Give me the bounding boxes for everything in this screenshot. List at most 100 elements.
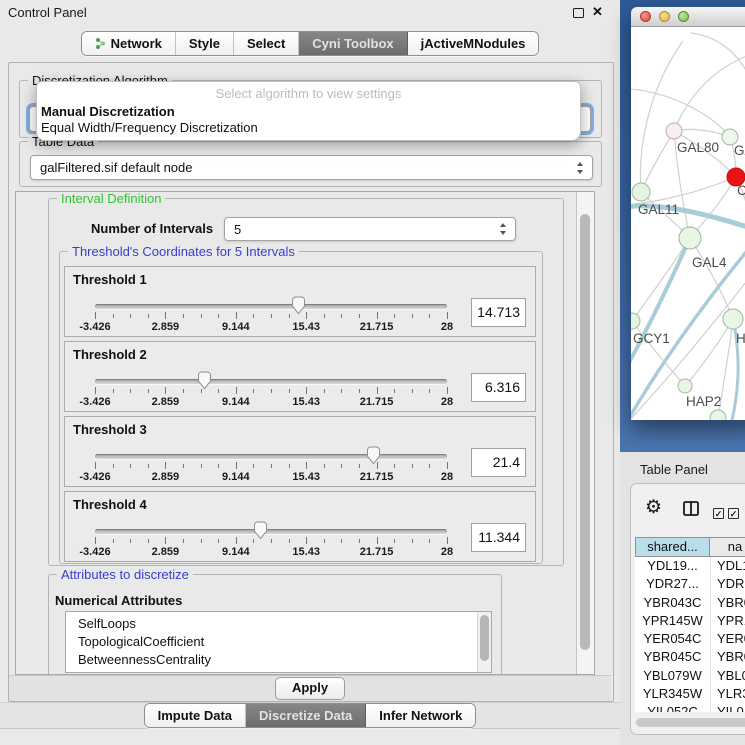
slider-tick bbox=[148, 464, 149, 468]
dropdown-option[interactable]: Manual Discretization bbox=[41, 104, 175, 119]
apply-button[interactable]: Apply bbox=[275, 677, 345, 700]
cell-name: YLR3 bbox=[710, 685, 745, 703]
threshold-label: Threshold 3 bbox=[73, 422, 147, 437]
split-view-icon[interactable] bbox=[683, 501, 699, 519]
table-row[interactable]: YLR345W YLR3 bbox=[635, 685, 745, 703]
table-row[interactable]: YPR145W YPR1 bbox=[635, 612, 745, 630]
slider-tick bbox=[289, 314, 290, 318]
number-of-intervals-combobox[interactable]: 5 bbox=[224, 217, 516, 241]
slider-tick-label: 28 bbox=[441, 396, 453, 408]
dropdown-option[interactable]: Equal Width/Frequency Discretization bbox=[41, 120, 258, 135]
checkbox-icon[interactable]: ✓ bbox=[713, 508, 724, 519]
threshold-slider[interactable]: -3.4262.8599.14415.4321.71528 bbox=[95, 366, 447, 412]
column-header-shared-name[interactable]: shared... bbox=[635, 537, 710, 557]
table-row[interactable]: YER054C YER0 bbox=[635, 630, 745, 648]
slider-ticks bbox=[95, 312, 447, 320]
scrollbar-thumb[interactable] bbox=[480, 615, 489, 661]
checkbox-icon[interactable]: ✓ bbox=[728, 508, 739, 519]
slider-tick bbox=[306, 312, 307, 319]
slider-thumb[interactable] bbox=[291, 296, 306, 315]
threshold-value-field[interactable]: 11.344 bbox=[471, 523, 526, 552]
network-edge bbox=[631, 238, 690, 373]
tab[interactable]: Impute Data bbox=[145, 704, 246, 727]
table-row[interactable]: YDR27... YDR2 bbox=[635, 575, 745, 593]
attribute-list-item[interactable]: TopologicalCoefficient bbox=[66, 633, 491, 651]
scrollbar-thumb[interactable] bbox=[580, 214, 590, 650]
table-data-group: Table Data galFiltered.sif default node bbox=[19, 141, 602, 187]
table-data-combobox[interactable]: galFiltered.sif default node bbox=[30, 155, 593, 180]
slider-tick bbox=[271, 539, 272, 543]
network-node[interactable] bbox=[678, 379, 692, 393]
network-node[interactable] bbox=[710, 410, 726, 420]
slider-tick bbox=[113, 464, 114, 468]
slider-track[interactable] bbox=[95, 529, 447, 534]
network-node[interactable] bbox=[679, 227, 701, 249]
slider-thumb[interactable] bbox=[366, 446, 381, 465]
threshold-value-field[interactable]: 14.713 bbox=[471, 298, 526, 327]
slider-tick bbox=[148, 314, 149, 318]
tab-label: Cyni Toolbox bbox=[312, 36, 393, 51]
list-scrollbar[interactable] bbox=[477, 612, 491, 672]
slider-track[interactable] bbox=[95, 304, 447, 309]
bottom-tabbar: Impute Data Discretize Data Infer Networ… bbox=[0, 702, 620, 729]
threshold-slider[interactable]: -3.4262.8599.14415.4321.71528 bbox=[95, 291, 447, 337]
table-row[interactable]: YIL052C YIL0 bbox=[635, 703, 745, 712]
cell-shared-name: YIL052C bbox=[635, 703, 710, 712]
threshold-slider[interactable]: -3.4262.8599.14415.4321.71528 bbox=[95, 441, 447, 487]
slider-track[interactable] bbox=[95, 454, 447, 459]
threshold-label: Threshold 1 bbox=[73, 272, 147, 287]
slider-tick bbox=[113, 539, 114, 543]
gear-icon[interactable]: ⚙ bbox=[645, 498, 662, 517]
column-header-name[interactable]: na bbox=[710, 537, 745, 557]
table-data-selected: galFiltered.sif default node bbox=[40, 160, 192, 175]
table-row[interactable]: YBL079W YBL0 bbox=[635, 667, 745, 685]
tab[interactable]: Cyni Toolbox bbox=[299, 32, 407, 55]
numerical-attributes-list[interactable]: SelfLoopsTopologicalCoefficientBetweenne… bbox=[65, 611, 492, 673]
tab[interactable]: jActiveMNodules bbox=[408, 32, 539, 55]
network-node-label: GAL4 bbox=[692, 255, 727, 270]
network-node[interactable] bbox=[631, 313, 640, 329]
slider-thumb[interactable] bbox=[197, 371, 212, 390]
close-traffic-light-icon[interactable] bbox=[640, 11, 651, 22]
table-row[interactable]: YDL19... YDL1 bbox=[635, 557, 745, 575]
table-row[interactable]: YBR043C YBR0 bbox=[635, 594, 745, 612]
close-icon[interactable]: ✕ bbox=[592, 4, 603, 20]
network-node-label: GCY1 bbox=[633, 331, 670, 346]
slider-tick bbox=[359, 314, 360, 318]
network-node[interactable] bbox=[632, 183, 650, 201]
tab[interactable]: Discretize Data bbox=[246, 704, 366, 727]
horizontal-scrollbar[interactable] bbox=[636, 718, 745, 727]
network-canvas[interactable]: GAL80GACGAL11GAL4GCY1HHAP2 bbox=[631, 27, 745, 420]
tab[interactable]: Network bbox=[82, 32, 176, 55]
table-row[interactable]: YBR045C YBR0 bbox=[635, 648, 745, 666]
slider-tick bbox=[447, 462, 448, 469]
cell-name: YDR2 bbox=[710, 575, 745, 593]
slider-tick-label: 15.43 bbox=[292, 471, 320, 483]
tab[interactable]: Select bbox=[234, 32, 299, 55]
tab[interactable]: Style bbox=[176, 32, 234, 55]
slider-thumb[interactable] bbox=[253, 521, 268, 540]
zoom-traffic-light-icon[interactable] bbox=[678, 11, 689, 22]
attribute-list-item[interactable]: SelfLoops bbox=[66, 615, 491, 633]
tab[interactable]: Infer Network bbox=[366, 704, 475, 727]
threshold-value-field[interactable]: 21.4 bbox=[471, 448, 526, 477]
network-edge bbox=[691, 33, 745, 85]
vertical-scrollbar[interactable] bbox=[576, 192, 594, 674]
slider-track[interactable] bbox=[95, 379, 447, 384]
float-window-icon[interactable] bbox=[573, 8, 584, 18]
table-rows: YDL19... YDL1 YDR27... YDR2 YBR043C YBR0 bbox=[635, 557, 745, 712]
slider-tick bbox=[429, 389, 430, 393]
threshold-value-field[interactable]: 6.316 bbox=[471, 373, 526, 402]
slider-tick bbox=[236, 312, 237, 319]
slider-tick bbox=[394, 464, 395, 468]
attribute-list-item[interactable]: BetweennessCentrality bbox=[66, 651, 491, 669]
network-node[interactable] bbox=[723, 309, 743, 329]
slider-tick bbox=[95, 387, 96, 394]
network-node[interactable] bbox=[666, 123, 682, 139]
bottom-tabs: Impute Data Discretize Data Infer Networ… bbox=[144, 703, 477, 728]
minimize-traffic-light-icon[interactable] bbox=[659, 11, 670, 22]
threshold-slider[interactable]: -3.4262.8599.14415.4321.71528 bbox=[95, 516, 447, 562]
numerical-attributes-label: Numerical Attributes bbox=[55, 593, 182, 608]
tab-label: Discretize Data bbox=[259, 708, 352, 723]
slider-tick-label: 28 bbox=[441, 321, 453, 333]
